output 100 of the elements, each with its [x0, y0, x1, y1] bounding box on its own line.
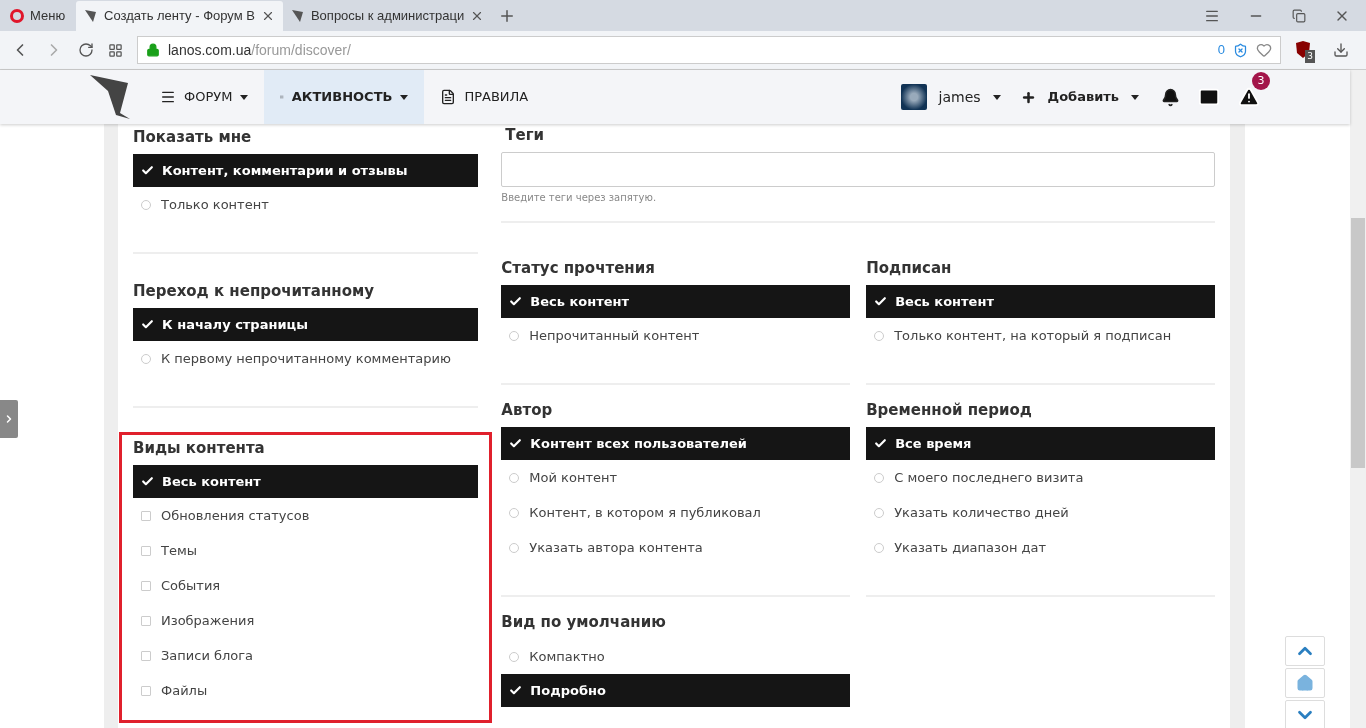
- menu-button[interactable]: Меню: [0, 1, 76, 31]
- selected-option[interactable]: Весь контент: [866, 285, 1215, 318]
- menu-icon: [160, 89, 176, 105]
- tags-field[interactable]: [501, 152, 1215, 187]
- warning-icon[interactable]: [1238, 86, 1260, 108]
- section-title: Виды контента: [133, 437, 266, 459]
- option-label: К первому непрочитанному комментарию: [161, 349, 451, 368]
- nav-tab[interactable]: ПРАВИЛА: [424, 70, 545, 124]
- browser-tab[interactable]: Создать ленту - Форум В: [76, 1, 283, 31]
- document-icon: [440, 89, 457, 105]
- shield-extension-icon[interactable]: [1295, 41, 1311, 59]
- selected-option[interactable]: Весь контент: [133, 465, 479, 498]
- caret-icon: [992, 94, 1001, 100]
- speed-dial-icon[interactable]: [108, 42, 123, 58]
- nav-tab[interactable]: АКТИВНОСТЬ: [264, 70, 425, 124]
- option-label: Указать диапазон дат: [894, 538, 1047, 557]
- check-icon: [509, 684, 523, 697]
- section-title: Автор: [501, 399, 554, 421]
- site-logo-icon[interactable]: [88, 73, 132, 121]
- option-label: Непрочитанный контент: [529, 326, 700, 345]
- option-label: Весь контент: [895, 292, 994, 311]
- option-label: Только контент, на который я подписан: [894, 326, 1172, 345]
- option-label: Компактно: [529, 647, 605, 666]
- option-label: Изображения: [161, 611, 255, 630]
- nav-tab[interactable]: ФОРУМ: [144, 70, 265, 124]
- option-label: Контент, комментарии и отзывы: [162, 161, 408, 180]
- selected-option[interactable]: К началу страницы: [133, 308, 479, 341]
- address-field[interactable]: lanos.com.ua/forum/discover/ 0: [137, 36, 1281, 64]
- check-icon: [141, 164, 154, 177]
- option-label: С моего последнего визита: [894, 468, 1084, 487]
- bell-icon[interactable]: [1161, 87, 1180, 107]
- scroll-up-button[interactable]: [1285, 636, 1325, 666]
- section-title: Теги: [504, 124, 546, 146]
- checkbox[interactable]: [141, 685, 151, 696]
- section-title: Вид по умолчанию: [501, 611, 667, 633]
- caret-icon: [400, 94, 409, 100]
- lock-icon: [146, 43, 160, 57]
- add-button[interactable]: Добавить: [1047, 87, 1119, 107]
- check-icon: [141, 475, 154, 488]
- section-title: Переход к непрочитанному: [133, 280, 375, 302]
- option-label: Указать автора контента: [529, 538, 703, 557]
- shield-icon[interactable]: [1233, 42, 1248, 58]
- checkbox[interactable]: [141, 580, 151, 591]
- option-label: Обновления статусов: [161, 506, 310, 525]
- selected-option[interactable]: Весь контент: [501, 285, 851, 318]
- extension-badge: 3: [1305, 49, 1315, 63]
- option-label: События: [161, 576, 221, 595]
- option-label: Весь контент: [530, 292, 630, 311]
- checkbox[interactable]: [141, 615, 151, 626]
- checkbox[interactable]: [141, 510, 151, 521]
- site-logo-icon: [84, 9, 98, 23]
- checkbox[interactable]: [141, 545, 151, 556]
- option-label: К началу страницы: [162, 315, 308, 334]
- site-logo-icon: [290, 9, 305, 23]
- option-label: Подробно: [530, 681, 606, 700]
- heart-icon[interactable]: [1256, 42, 1272, 58]
- tracker-count: 0: [1217, 41, 1225, 60]
- side-toggle-button[interactable]: [0, 400, 18, 438]
- option-label: Контент, в котором я публиковал: [529, 503, 761, 522]
- reload-icon[interactable]: [78, 42, 94, 58]
- selected-option[interactable]: Контент, комментарии и отзывы: [133, 154, 479, 187]
- option-label: Мой контент: [529, 468, 618, 487]
- section-title: Статус прочтения: [501, 257, 656, 279]
- option-label: Записи блога: [161, 646, 254, 665]
- option-label: Указать количество дней: [894, 503, 1069, 522]
- checkbox[interactable]: [141, 650, 151, 661]
- check-icon: [874, 295, 888, 308]
- section-title: Временной период: [866, 399, 1033, 421]
- selected-option[interactable]: Все время: [866, 427, 1215, 460]
- caret-icon: [1131, 94, 1139, 100]
- selected-option[interactable]: Контент всех пользователей: [501, 427, 851, 460]
- check-icon: [509, 295, 523, 308]
- check-icon: [874, 437, 888, 450]
- scroll-down-button[interactable]: [1285, 700, 1325, 728]
- tags-hint: Введите теги через запятую.: [501, 191, 658, 205]
- option-label: Все время: [895, 434, 972, 453]
- browser-tab[interactable]: Вопросы к администраци: [282, 1, 493, 31]
- selected-option[interactable]: Подробно: [501, 674, 851, 707]
- home-button[interactable]: [1285, 668, 1325, 698]
- check-icon: [509, 437, 523, 450]
- option-label: Весь контент: [162, 472, 261, 491]
- section-title: Показать мне: [133, 126, 253, 148]
- option-label: Контент всех пользователей: [530, 434, 747, 453]
- section-title: Подписан: [866, 257, 953, 279]
- scrollbar[interactable]: [1350, 70, 1366, 728]
- restore-icon[interactable]: [1292, 8, 1306, 23]
- plus-icon: [1020, 89, 1036, 105]
- option-label: Файлы: [161, 681, 208, 700]
- user-name[interactable]: james: [938, 86, 981, 108]
- home-icon: [1296, 674, 1314, 692]
- alerts-badge: 3: [1252, 72, 1270, 90]
- caret-icon: [240, 94, 249, 100]
- option-label: Темы: [161, 541, 197, 560]
- url-host: lanos.com.ua: [168, 41, 252, 58]
- url-path: /forum/discover/: [251, 41, 351, 58]
- download-icon[interactable]: [1333, 42, 1349, 58]
- avatar[interactable]: [900, 84, 927, 110]
- option-label: Только контент: [161, 195, 269, 214]
- opera-logo-icon: [10, 9, 24, 23]
- check-icon: [141, 318, 154, 331]
